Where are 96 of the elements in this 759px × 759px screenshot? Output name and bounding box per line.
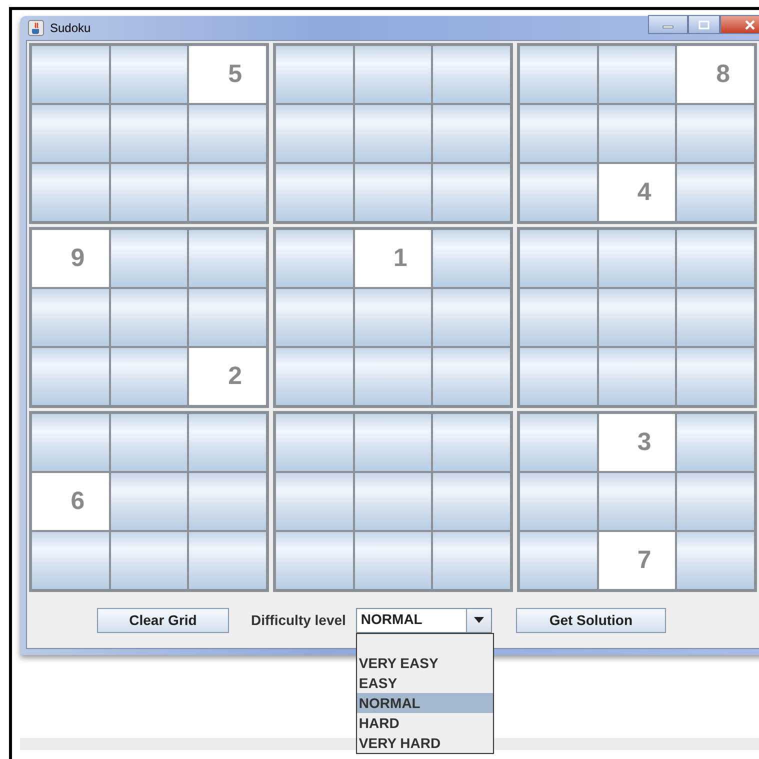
sudoku-cell[interactable] <box>354 105 432 162</box>
sudoku-cell[interactable] <box>110 414 188 471</box>
sudoku-cell[interactable] <box>354 164 432 221</box>
sudoku-cell[interactable] <box>189 164 266 221</box>
sudoku-cell[interactable] <box>32 164 109 221</box>
sudoku-cell[interactable] <box>354 46 432 103</box>
sudoku-cell[interactable] <box>110 164 188 221</box>
clear-grid-button[interactable]: Clear Grid <box>97 608 229 632</box>
sudoku-cell[interactable]: 4 <box>598 164 676 221</box>
sudoku-cell[interactable] <box>32 289 109 346</box>
sudoku-cell[interactable] <box>520 164 597 221</box>
minimize-button[interactable] <box>648 15 688 34</box>
sudoku-cell[interactable] <box>520 532 597 589</box>
sudoku-cell[interactable]: 7 <box>598 532 676 589</box>
sudoku-cell[interactable] <box>110 230 188 287</box>
sudoku-cell[interactable] <box>520 289 597 346</box>
sudoku-cell[interactable] <box>32 348 109 405</box>
sudoku-cell[interactable] <box>354 348 432 405</box>
sudoku-cell[interactable]: 5 <box>189 46 266 103</box>
sudoku-cell[interactable] <box>677 348 754 405</box>
maximize-icon <box>698 20 710 30</box>
sudoku-cell[interactable] <box>433 46 510 103</box>
sudoku-cell[interactable] <box>354 473 432 530</box>
sudoku-cell[interactable] <box>433 164 510 221</box>
get-solution-button[interactable]: Get Solution <box>516 608 666 632</box>
window-title: Sudoku <box>50 21 91 35</box>
sudoku-cell[interactable] <box>354 289 432 346</box>
dropdown-option[interactable]: HARD <box>356 712 493 732</box>
sudoku-cell[interactable] <box>276 46 353 103</box>
sudoku-cell[interactable] <box>32 46 109 103</box>
sudoku-cell[interactable] <box>520 46 597 103</box>
sudoku-cell[interactable] <box>110 473 188 530</box>
sudoku-cell[interactable] <box>110 289 188 346</box>
sudoku-cell[interactable] <box>433 105 510 162</box>
sudoku-cell[interactable] <box>32 105 109 162</box>
sudoku-cell[interactable]: 9 <box>32 230 109 287</box>
sudoku-cell[interactable]: 3 <box>598 414 676 471</box>
coffee-cup-icon <box>28 20 44 36</box>
dropdown-option[interactable]: EASY <box>356 672 493 692</box>
sudoku-cell[interactable] <box>276 473 353 530</box>
sudoku-cell[interactable]: 2 <box>189 348 266 405</box>
sudoku-cell[interactable] <box>520 230 597 287</box>
sudoku-cell[interactable] <box>677 473 754 530</box>
sudoku-cell[interactable] <box>598 348 676 405</box>
close-icon <box>744 20 756 30</box>
sudoku-cell[interactable] <box>110 46 188 103</box>
sudoku-cell[interactable]: 1 <box>354 230 432 287</box>
sudoku-cell[interactable] <box>677 289 754 346</box>
sudoku-cell[interactable] <box>520 473 597 530</box>
sudoku-cell[interactable] <box>433 289 510 346</box>
sudoku-cell[interactable] <box>276 289 353 346</box>
sudoku-cell[interactable] <box>677 532 754 589</box>
sudoku-cell[interactable] <box>520 348 597 405</box>
sudoku-cell[interactable] <box>598 105 676 162</box>
sudoku-cell[interactable]: 6 <box>32 473 109 530</box>
sudoku-cell[interactable] <box>189 289 266 346</box>
dropdown-arrow-icon <box>474 617 484 623</box>
difficulty-label: Difficulty level <box>251 612 346 628</box>
sudoku-cell[interactable] <box>354 532 432 589</box>
dropdown-option[interactable]: VERY EASY <box>356 652 493 672</box>
sudoku-cell[interactable] <box>189 532 266 589</box>
sudoku-cell[interactable] <box>276 105 353 162</box>
sudoku-cell[interactable] <box>677 164 754 221</box>
dropdown-option[interactable]: VERY HARD <box>356 732 493 752</box>
maximize-button[interactable] <box>688 15 720 34</box>
sudoku-cell[interactable] <box>354 414 432 471</box>
sudoku-cell[interactable] <box>520 414 597 471</box>
sudoku-cell[interactable] <box>598 230 676 287</box>
sudoku-cell[interactable] <box>110 532 188 589</box>
sudoku-cell[interactable] <box>433 230 510 287</box>
sudoku-cell[interactable] <box>32 532 109 589</box>
sudoku-cell[interactable] <box>276 164 353 221</box>
sudoku-cell[interactable] <box>598 473 676 530</box>
sudoku-cell[interactable] <box>189 473 266 530</box>
sudoku-cell[interactable] <box>189 414 266 471</box>
dropdown-option[interactable]: NORMAL <box>356 692 493 712</box>
sudoku-cell[interactable] <box>433 532 510 589</box>
sudoku-cell[interactable] <box>110 348 188 405</box>
sudoku-cell[interactable]: 8 <box>677 46 754 103</box>
sudoku-cell[interactable] <box>677 230 754 287</box>
sudoku-cell[interactable] <box>598 46 676 103</box>
sudoku-cell[interactable] <box>276 414 353 471</box>
sudoku-cell[interactable] <box>189 230 266 287</box>
sudoku-cell[interactable] <box>110 105 188 162</box>
sudoku-cell[interactable] <box>32 414 109 471</box>
sudoku-cell[interactable] <box>677 105 754 162</box>
sudoku-cell[interactable] <box>520 105 597 162</box>
sudoku-cell[interactable] <box>677 414 754 471</box>
sudoku-cell[interactable] <box>276 532 353 589</box>
sudoku-cell[interactable] <box>433 348 510 405</box>
sudoku-cell[interactable] <box>276 230 353 287</box>
sudoku-cell[interactable] <box>433 473 510 530</box>
sudoku-cell[interactable] <box>276 348 353 405</box>
sudoku-cell[interactable] <box>598 289 676 346</box>
sudoku-cell[interactable] <box>189 105 266 162</box>
sudoku-cell[interactable] <box>433 414 510 471</box>
